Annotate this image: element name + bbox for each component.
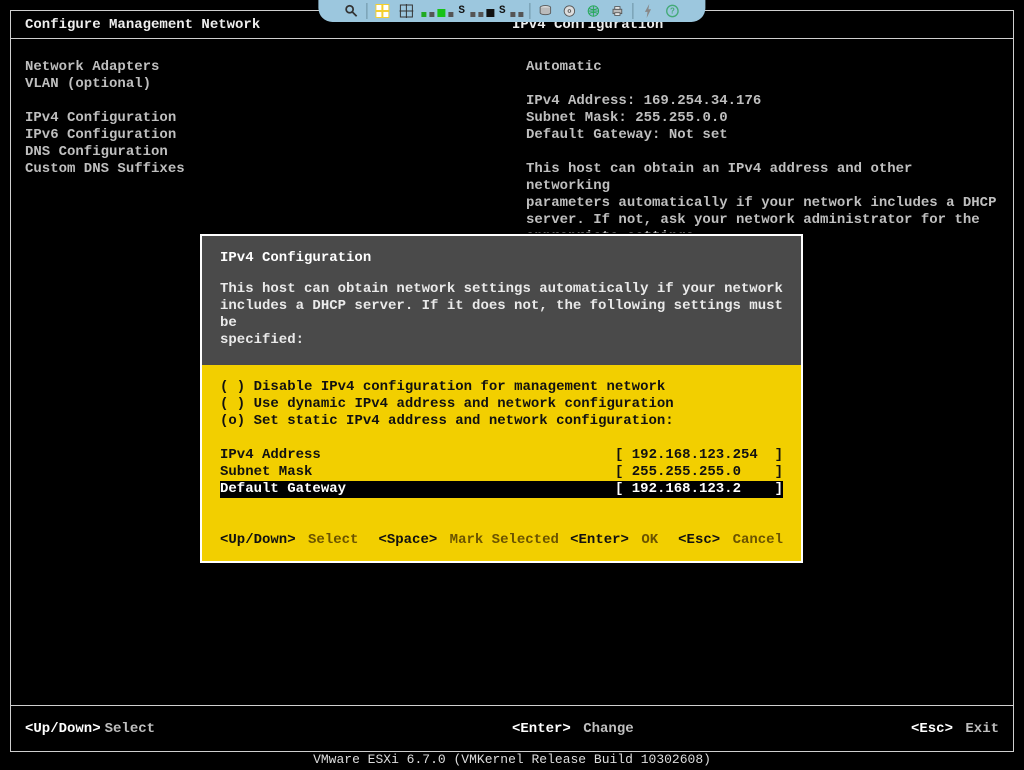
action-esc-label: Cancel: [733, 532, 783, 548]
menu-item[interactable]: VLAN (optional): [25, 76, 498, 93]
action-space-label: Mark Selected: [450, 532, 559, 548]
cd-icon[interactable]: [561, 2, 579, 20]
footer-esc-key: <Esc>: [911, 721, 953, 737]
snap-icon[interactable]: [397, 2, 415, 20]
globe-icon[interactable]: [585, 2, 603, 20]
info-help: parameters automatically if your network…: [526, 195, 999, 212]
disk-icon[interactable]: [537, 2, 555, 20]
radio-static-ipv4[interactable]: (o) Set static IPv4 address and network …: [220, 413, 783, 430]
menu-item[interactable]: DNS Configuration: [25, 144, 498, 161]
radio-disable-ipv4[interactable]: ( ) Disable IPv4 configuration for manag…: [220, 379, 783, 396]
action-updown-key: <Up/Down>: [220, 532, 296, 548]
action-space-key: <Space>: [378, 532, 437, 548]
default-gateway-field[interactable]: Default Gateway [ 192.168.123.2 ]: [220, 481, 783, 498]
dialog-desc: This host can obtain network settings au…: [220, 281, 783, 298]
dialog-actions: <Up/Down> Select <Space> Mark Selected <…: [220, 532, 783, 549]
footer-esc-label: Exit: [965, 721, 999, 737]
radio-dynamic-ipv4[interactable]: ( ) Use dynamic IPv4 address and network…: [220, 396, 783, 413]
ipv4-config-dialog: IPv4 Configuration This host can obtain …: [200, 234, 803, 563]
remote-console-toolbar[interactable]: S S ?: [318, 0, 705, 22]
svg-text:?: ?: [670, 7, 675, 16]
action-esc-key: <Esc>: [678, 532, 720, 548]
dialog-desc: specified:: [220, 332, 783, 349]
menu-item[interactable]: Network Adapters: [25, 59, 498, 76]
info-gateway: Default Gateway: Not set: [526, 127, 999, 144]
menu-item[interactable]: Custom DNS Suffixes: [25, 161, 498, 178]
info-help: server. If not, ask your network adminis…: [526, 212, 999, 229]
menu-item[interactable]: IPv4 Configuration: [25, 110, 498, 127]
magnifier-icon[interactable]: [342, 2, 360, 20]
footer-bar: <Up/Down> Select <Enter> Change <Esc> Ex…: [11, 705, 1013, 751]
menu-item[interactable]: IPv6 Configuration: [25, 127, 498, 144]
lightning-icon[interactable]: [640, 2, 658, 20]
info-mode: Automatic: [526, 59, 999, 76]
info-ipv4: IPv4 Address: 169.254.34.176: [526, 93, 999, 110]
help-icon[interactable]: ?: [664, 2, 682, 20]
dialog-desc: includes a DHCP server. If it does not, …: [220, 298, 783, 332]
subnet-mask-field[interactable]: Subnet Mask [ 255.255.255.0 ]: [220, 464, 783, 481]
ipv4-address-field[interactable]: IPv4 Address [ 192.168.123.254 ]: [220, 447, 783, 464]
action-updown-label: Select: [308, 532, 358, 548]
status-bar: VMware ESXi 6.7.0 (VMKernel Release Buil…: [0, 752, 1024, 770]
dialog-title: IPv4 Configuration: [220, 250, 783, 267]
action-enter-key: <Enter>: [570, 532, 629, 548]
action-enter-label: OK: [641, 532, 658, 548]
footer-enter-key: <Enter>: [512, 721, 571, 737]
info-help: This host can obtain an IPv4 address and…: [526, 161, 999, 195]
info-mask: Subnet Mask: 255.255.0.0: [526, 110, 999, 127]
footer-updown-label: Select: [105, 721, 155, 737]
grid-icon[interactable]: [373, 2, 391, 20]
footer-enter-label: Change: [583, 721, 633, 737]
footer-updown-key: <Up/Down>: [25, 721, 101, 737]
printer-icon[interactable]: [609, 2, 627, 20]
traffic-indicator: S S: [421, 2, 523, 20]
